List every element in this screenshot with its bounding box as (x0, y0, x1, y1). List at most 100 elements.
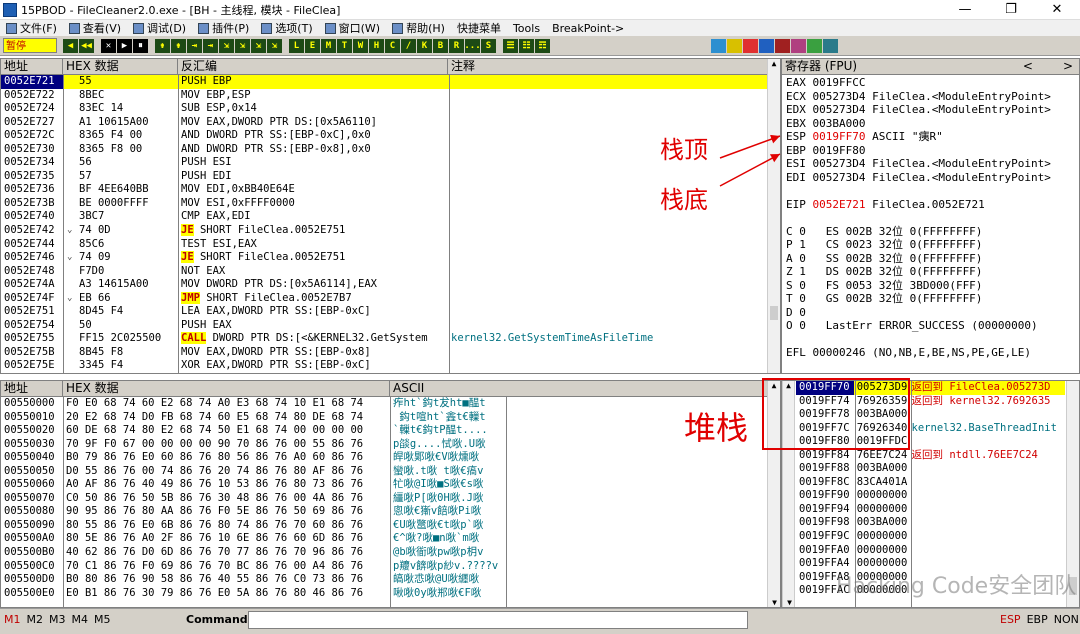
plugin-icon-6[interactable] (791, 38, 806, 53)
header-comment: 注释 (451, 59, 476, 73)
registers-next-button[interactable]: > (1063, 59, 1073, 74)
register-list[interactable]: EAX 0019FFCC ECX 005273D4 FileClea.<Modul… (782, 75, 1079, 373)
menu-item-3[interactable]: 插件(P) (192, 20, 255, 36)
stack-address: 0019FF98 (799, 516, 850, 529)
stack-row[interactable]: 0019FF98 003BA000 (796, 516, 1065, 530)
disasm-hex-text: 8365 F4 00 (79, 129, 143, 142)
toolbar-button-8[interactable]: ⇥ (203, 38, 218, 53)
menu-item-1[interactable]: 查看(V) (63, 20, 127, 36)
stack-row[interactable]: 0019FF90 00000000 (796, 489, 1065, 503)
stack-row[interactable]: 0019FF84 76EE7C24 返回到 ntdll.76EE7C24 (796, 449, 1065, 463)
toolbar-button-6[interactable]: ⇟ (171, 38, 186, 53)
memory-tab-2[interactable]: M2 (27, 613, 44, 626)
menu-item-5[interactable]: 窗口(W) (319, 20, 386, 36)
status-reg-esp[interactable]: ESP (1000, 613, 1021, 626)
toolbar-button-1[interactable]: ◀◀ (79, 38, 94, 53)
menu-item-0[interactable]: 文件(F) (0, 20, 63, 36)
dump-ascii: 悤唙€獑v餢唙Pi唙 (393, 505, 482, 518)
toolbar-letter-button-7[interactable]: / (401, 38, 416, 53)
plugin-icon-8[interactable] (823, 38, 838, 53)
disassembly-scroll-thumb[interactable] (770, 306, 778, 320)
disasm-row[interactable]: 0052E724 83EC 14 SUB ESP,0x14 (1, 102, 780, 116)
stack-row[interactable]: 0019FF94 00000000 (796, 503, 1065, 517)
menu-item-2[interactable]: 调试(D) (127, 20, 192, 36)
status-reg-non[interactable]: NON (1054, 613, 1079, 626)
toolbar-button-9[interactable]: ⇲ (219, 38, 234, 53)
disasm-row[interactable]: 0052E748 F7D0 NOT EAX (1, 265, 780, 279)
menu-item-8[interactable]: Tools (507, 22, 546, 35)
toolbar-letter-button-8[interactable]: K (417, 38, 432, 53)
memory-dump-pane[interactable]: 地址 HEX 数据 ASCII 00550000 F0 E0 68 74 60 E… (0, 380, 781, 608)
plugin-icon-7[interactable] (807, 38, 822, 53)
toolbar-letter-button-3[interactable]: T (337, 38, 352, 53)
plugin-icon-4[interactable] (759, 38, 774, 53)
toolbar-letter-button-11[interactable]: ... (464, 38, 481, 53)
toolbar-letter-button-5[interactable]: H (369, 38, 384, 53)
disasm-row[interactable]: 0052E727 A1 10615A00 MOV EAX,DWORD PTR DS:… (1, 116, 780, 130)
disasm-row[interactable]: 0052E755 FF15 2C025500 CALL DWORD PTR DS:[… (1, 332, 780, 346)
stack-row[interactable]: 0019FF88 003BA000 (796, 462, 1065, 476)
toolbar-letter-button-4[interactable]: W (353, 38, 368, 53)
memory-tab-4[interactable]: M4 (72, 613, 89, 626)
toolbar-letter-button-1[interactable]: E (305, 38, 320, 53)
registers-pane[interactable]: 寄存器 (FPU) < > EAX 0019FFCC ECX 005273D4 F… (781, 58, 1080, 374)
disasm-row[interactable]: 0052E751 8D45 F4 LEA EAX,DWORD PTR SS:[EBP… (1, 305, 780, 319)
memory-tab-3[interactable]: M3 (49, 613, 66, 626)
toolbar-button-3[interactable]: ▶ (117, 38, 132, 53)
memory-tab-1[interactable]: M1 (4, 613, 21, 626)
toolbar-button-4[interactable]: ⏸ (133, 38, 148, 53)
stack-comment (909, 408, 1065, 422)
disasm-row[interactable]: 0052E721 55 PUSH EBP (1, 75, 780, 89)
disasm-hex: ⌄ 74 09 (63, 251, 178, 265)
stack-row[interactable]: 0019FFA0 00000000 (796, 544, 1065, 558)
maximize-button[interactable]: ❐ (988, 0, 1034, 20)
registers-prev-button[interactable]: < (1023, 59, 1033, 74)
toolbar-letter-button-12[interactable]: S (481, 38, 496, 53)
menu-item-4[interactable]: 选项(T) (255, 20, 318, 36)
plugin-icon-2[interactable] (727, 38, 742, 53)
toolbar-view-button-0[interactable]: ☰ (503, 38, 518, 53)
toolbar-letter-button-0[interactable]: L (289, 38, 304, 53)
register-line: EAX 0019FFCC (786, 76, 866, 89)
toolbar-button-0[interactable]: ◀ (63, 38, 78, 53)
toolbar-button-12[interactable]: ⇲ (267, 38, 282, 53)
disasm-operands: MOV EBP,ESP (181, 88, 251, 101)
disasm-row[interactable]: 0052E75B 8B45 F8 MOV EAX,DWORD PTR SS:[EBP… (1, 346, 780, 360)
toolbar-button-2[interactable]: ✕ (101, 38, 116, 53)
disasm-row[interactable]: 0052E75E 3345 F4 XOR EAX,DWORD PTR SS:[EBP… (1, 359, 780, 373)
toolbar-button-7[interactable]: ⇥ (187, 38, 202, 53)
stack-row[interactable]: 0019FF9C 00000000 (796, 530, 1065, 544)
toolbar-letter-button-10[interactable]: R (449, 38, 464, 53)
menu-item-9[interactable]: BreakPoint-> (546, 22, 630, 35)
dump-address: 00550060 (4, 478, 55, 491)
close-button[interactable]: ✕ (1034, 0, 1080, 20)
disasm-row[interactable]: 0052E722 8BEC MOV EBP,ESP (1, 89, 780, 103)
disasm-row[interactable]: 0052E746 ⌄ 74 09 JE SHORT FileClea.0052E751 (1, 251, 780, 265)
disasm-row[interactable]: 0052E74F ⌄ EB 66 JMP SHORT FileClea.0052E7B… (1, 291, 780, 306)
disasm-row[interactable]: 0052E74A A3 14615A00 MOV DWORD PTR DS:[0x5… (1, 278, 780, 292)
disassembly-pane[interactable]: 地址 HEX 数据 反汇编 注释 0052E721 55 PUSH EBP 0052E… (0, 58, 781, 374)
plugin-icon-3[interactable] (743, 38, 758, 53)
disassembly-scrollbar[interactable]: ▲ (767, 59, 780, 373)
toolbar-letter-button-6[interactable]: C (385, 38, 400, 53)
toolbar-view-button-1[interactable]: ☷ (519, 38, 534, 53)
stack-row[interactable]: 0019FF8C 83CA401A (796, 476, 1065, 490)
toolbar-button-11[interactable]: ⇲ (251, 38, 266, 53)
command-input[interactable] (248, 611, 748, 629)
disasm-row[interactable]: 0052E742 ⌄ 74 0D JE SHORT FileClea.0052E751 (1, 224, 780, 238)
toolbar-button-5[interactable]: ⇟ (155, 38, 170, 53)
toolbar-letter-button-2[interactable]: M (321, 38, 336, 53)
status-reg-ebp[interactable]: EBP (1027, 613, 1048, 626)
plugin-icon-5[interactable] (775, 38, 790, 53)
minimize-button[interactable]: — (942, 0, 988, 20)
plugin-icon-1[interactable] (711, 38, 726, 53)
toolbar-letter-button-9[interactable]: B (433, 38, 448, 53)
menu-item-6[interactable]: 帮助(H) (386, 20, 451, 36)
disasm-row[interactable]: 0052E754 50 PUSH EAX (1, 319, 780, 333)
disasm-row[interactable]: 0052E744 85C6 TEST ESI,EAX (1, 238, 780, 252)
toolbar-view-button-2[interactable]: ☶ (535, 38, 550, 53)
toolbar-button-10[interactable]: ⇲ (235, 38, 250, 53)
disasm-hex-text: 8BEC (79, 88, 105, 101)
menu-item-7[interactable]: 快捷菜单 (451, 20, 507, 36)
memory-tab-5[interactable]: M5 (94, 613, 111, 626)
